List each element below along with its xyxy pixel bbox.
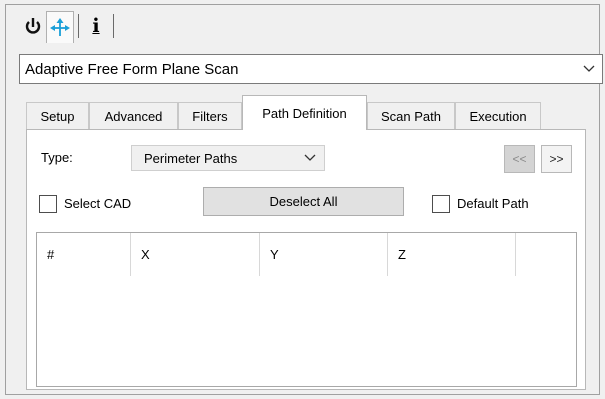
- default-path-label: Default Path: [457, 196, 529, 211]
- toolbar-separator: [78, 14, 79, 38]
- previous-path-label: <<: [512, 152, 527, 166]
- column-header-z[interactable]: Z: [388, 233, 516, 276]
- previous-path-button[interactable]: <<: [504, 145, 535, 173]
- deselect-all-button[interactable]: Deselect All: [203, 187, 404, 216]
- default-path-checkbox[interactable]: [432, 195, 450, 213]
- toolbar-separator: [113, 14, 114, 38]
- path-type-dropdown[interactable]: Perimeter Paths: [131, 145, 325, 171]
- tab-label: Filters: [192, 108, 228, 124]
- scan-type-dropdown[interactable]: Adaptive Free Form Plane Scan: [19, 54, 603, 84]
- info-button[interactable]: i: [83, 11, 109, 41]
- table-header: # X Y Z: [37, 233, 576, 276]
- move-arrows-icon: [50, 17, 70, 36]
- path-definition-panel: Type: Perimeter Paths << >> Select CAD D…: [26, 129, 586, 390]
- path-type-value: Perimeter Paths: [144, 150, 238, 166]
- tab-label: Path Definition: [262, 105, 347, 121]
- column-label: Z: [398, 247, 406, 262]
- power-button[interactable]: [20, 11, 46, 41]
- scan-type-value: Adaptive Free Form Plane Scan: [25, 60, 239, 78]
- select-cad-checkbox[interactable]: [39, 195, 57, 213]
- chevron-down-icon: [576, 65, 602, 73]
- next-path-button[interactable]: >>: [541, 145, 572, 173]
- tab-label: Advanced: [104, 108, 163, 124]
- type-label: Type:: [41, 150, 73, 165]
- tab-label: Scan Path: [381, 108, 441, 124]
- next-path-label: >>: [549, 152, 564, 166]
- tab-path-definition[interactable]: Path Definition: [242, 95, 367, 130]
- column-header-filler: [516, 233, 576, 276]
- tab-filters[interactable]: Filters: [178, 102, 242, 129]
- column-header-x[interactable]: X: [131, 233, 260, 276]
- column-label: #: [47, 247, 55, 262]
- tab-setup[interactable]: Setup: [26, 102, 89, 129]
- toolbar: i: [20, 10, 118, 43]
- tab-advanced[interactable]: Advanced: [89, 102, 178, 129]
- tab-execution[interactable]: Execution: [455, 102, 541, 129]
- column-label: Y: [270, 247, 279, 262]
- tab-label: Execution: [469, 108, 527, 124]
- chevron-down-icon: [296, 154, 324, 162]
- tab-scan-path[interactable]: Scan Path: [367, 102, 455, 129]
- select-cad-label: Select CAD: [64, 196, 132, 211]
- info-icon: i: [92, 15, 100, 37]
- power-icon: [25, 18, 41, 34]
- tab-label: Setup: [40, 108, 75, 124]
- column-header-y[interactable]: Y: [260, 233, 388, 276]
- move-button[interactable]: [46, 11, 74, 43]
- column-header-index[interactable]: #: [37, 233, 131, 276]
- deselect-all-label: Deselect All: [269, 194, 338, 209]
- column-label: X: [141, 247, 150, 262]
- path-points-table[interactable]: # X Y Z: [36, 232, 577, 387]
